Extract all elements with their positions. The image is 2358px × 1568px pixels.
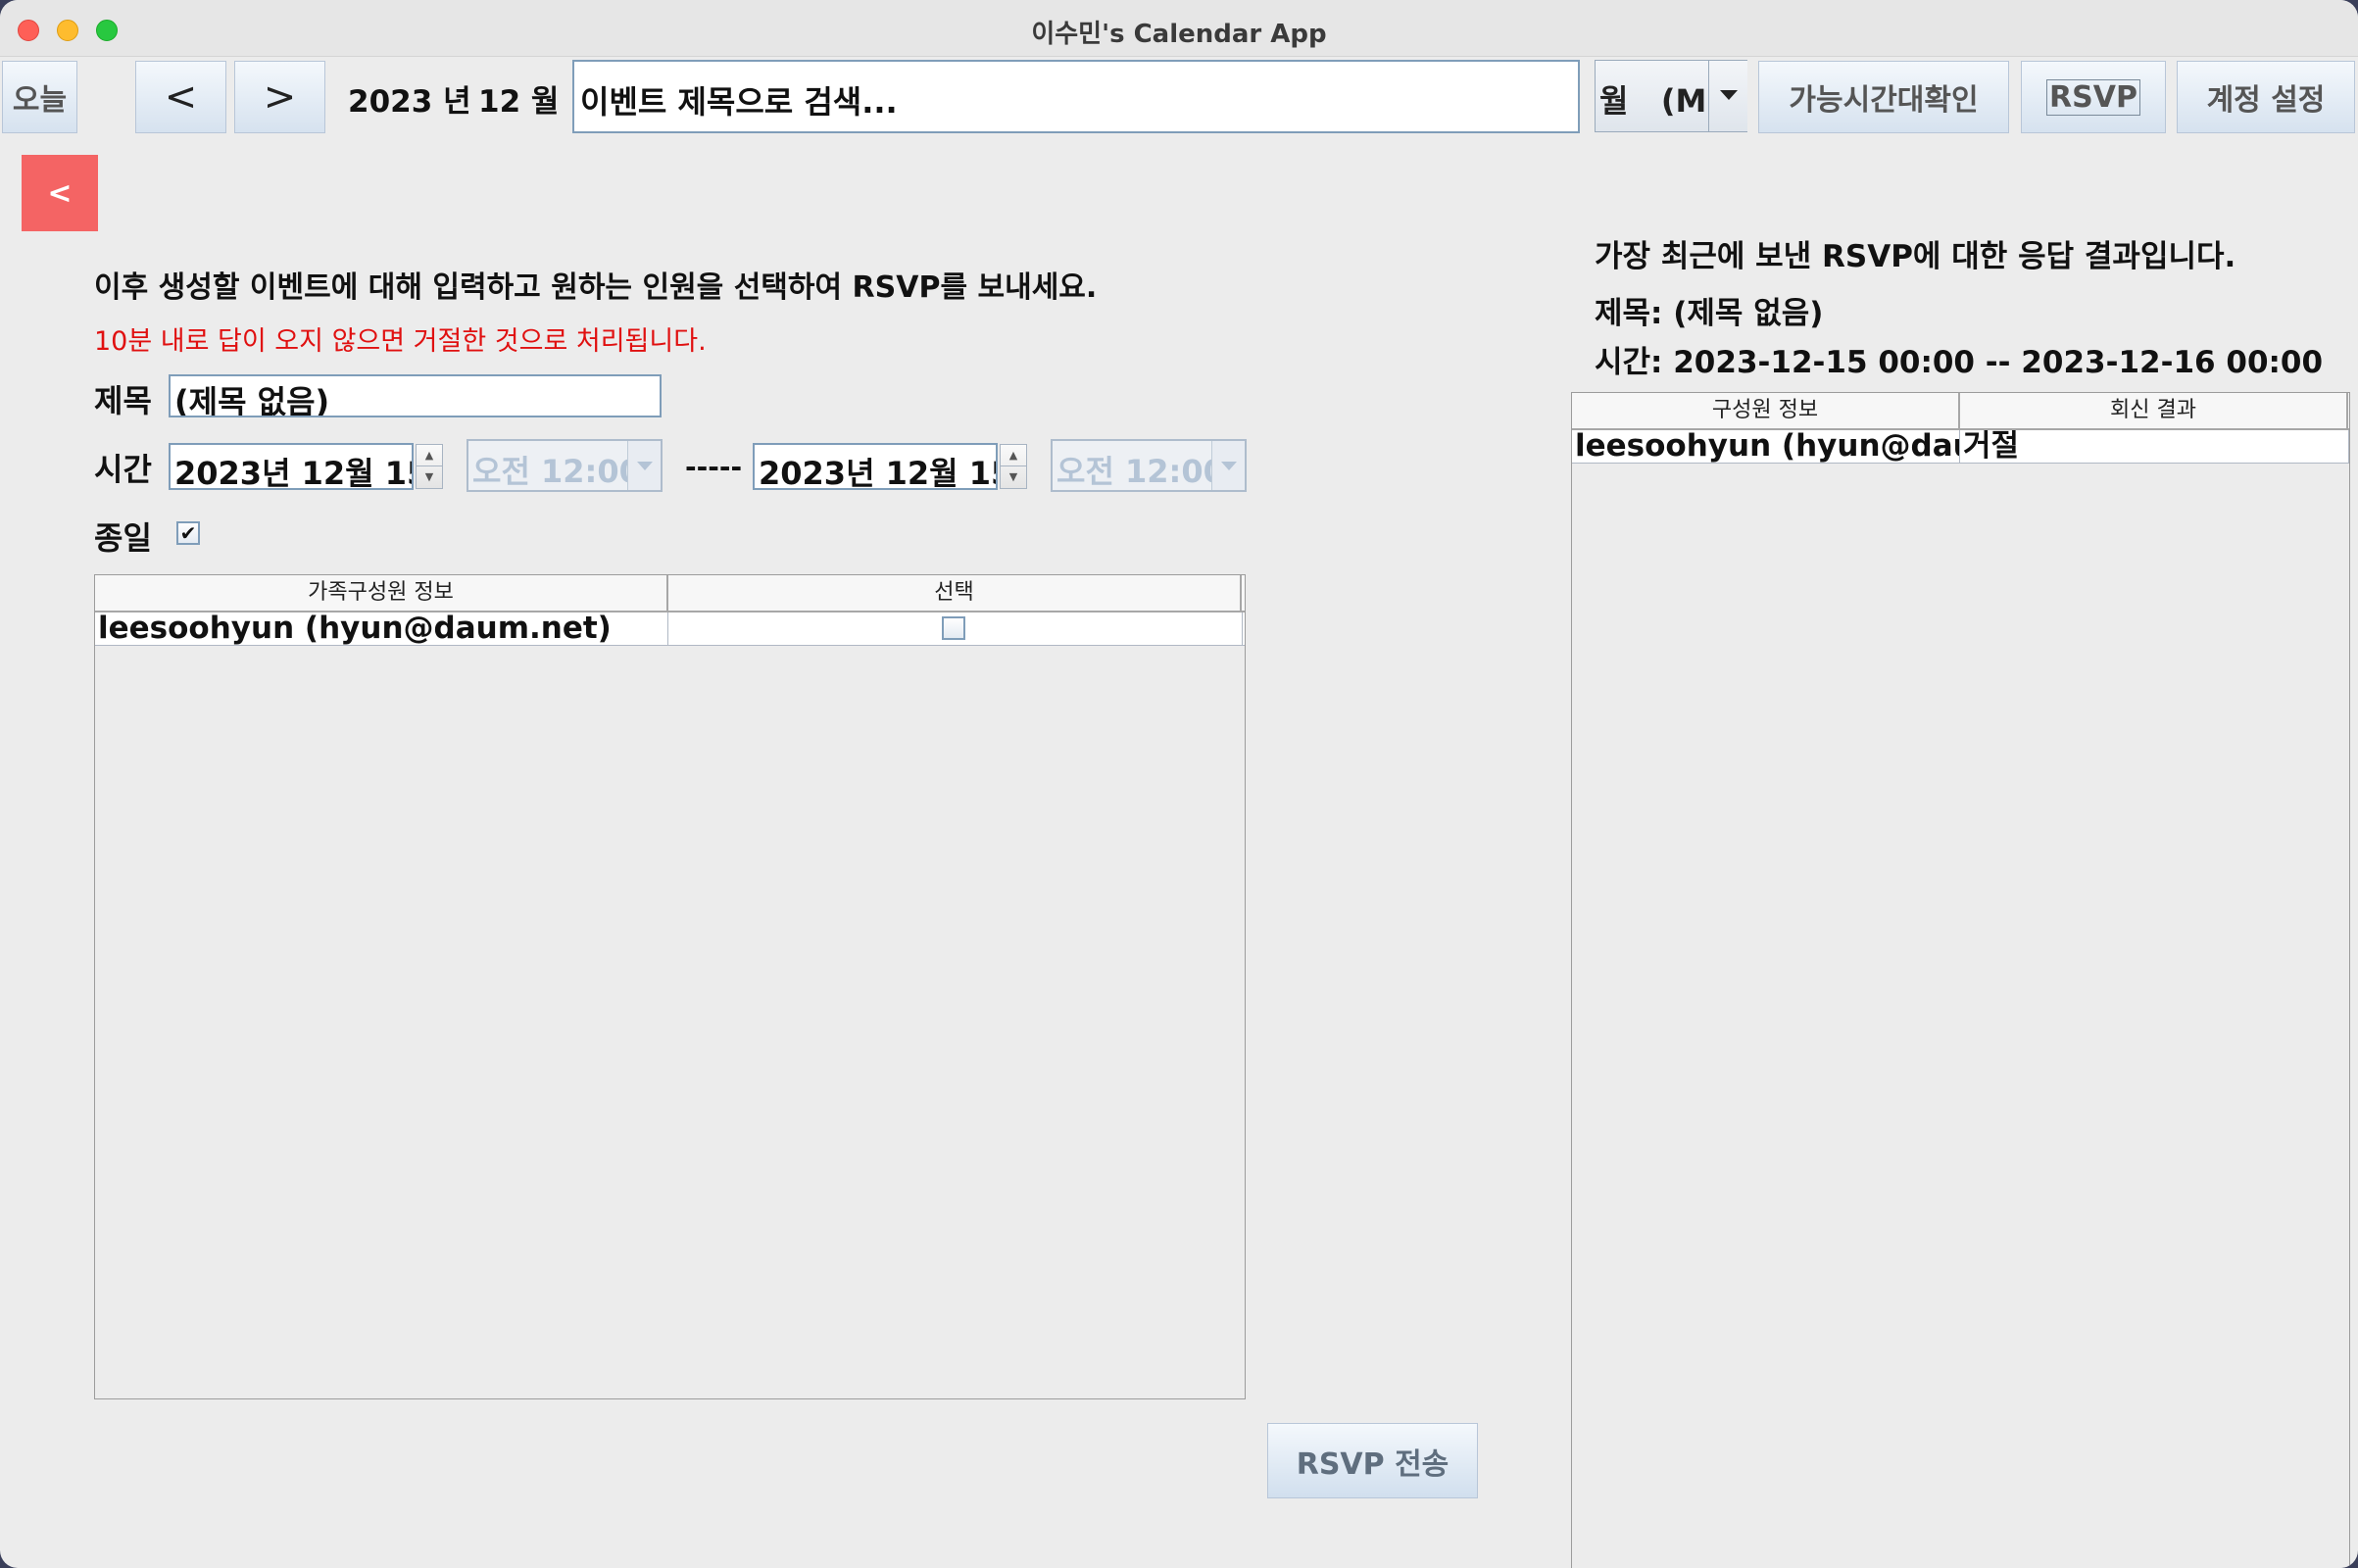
result-heading: 가장 최근에 보낸 RSVP에 대한 응답 결과입니다. — [1595, 239, 2236, 274]
chevron-down-icon[interactable] — [1211, 441, 1245, 490]
spinner-up-icon[interactable]: ▲ — [417, 445, 442, 466]
chevron-down-icon[interactable] — [627, 441, 661, 490]
column-header-member[interactable]: 구성원 정보 — [1572, 393, 1960, 428]
column-header-select[interactable]: 선택 — [668, 575, 1242, 611]
view-select-value: 월 (M) — [1599, 82, 1721, 120]
start-date-spinner[interactable]: ▲ ▼ — [416, 444, 443, 489]
start-date-field[interactable]: 2023년 12월 15일 — [169, 443, 414, 490]
end-time-value: 오전 12:00 — [1056, 453, 1225, 490]
time-label: 시간 — [94, 451, 152, 488]
result-time-line: 시간: 2023-12-15 00:00 -- 2023-12-16 00:00 — [1595, 345, 2324, 380]
chevron-right-icon: > — [263, 74, 297, 120]
members-table-header: 가족구성원 정보 선택 — [95, 575, 1245, 612]
title-field[interactable]: (제목 없음) — [169, 374, 662, 417]
next-month-button[interactable]: > — [234, 61, 325, 133]
end-date-field[interactable]: 2023년 12월 15일 — [753, 443, 998, 490]
spinner-down-icon[interactable]: ▼ — [1001, 466, 1026, 488]
result-member-cell: leesoohyun (hyun@dau... — [1572, 430, 1960, 463]
chevron-down-icon[interactable] — [1708, 61, 1747, 131]
today-button[interactable]: 오늘 — [2, 61, 77, 133]
window-title: 이수민's Calendar App — [1031, 20, 1327, 49]
member-select-checkbox[interactable] — [942, 616, 965, 640]
instruction-text: 이후 생성할 이벤트에 대해 입력하고 원하는 인원을 선택하여 RSVP를 보… — [94, 270, 1098, 305]
results-table: 구성원 정보 회신 결과 leesoohyun (hyun@dau... 거절 — [1571, 392, 2350, 1568]
allday-label: 종일 — [94, 519, 152, 557]
account-settings-button[interactable]: 계정 설정 — [2177, 61, 2355, 133]
year-label: 2023 년 — [348, 84, 471, 120]
availability-button[interactable]: 가능시간대확인 — [1758, 61, 2009, 133]
prev-month-button[interactable]: < — [135, 61, 226, 133]
table-row[interactable]: leesoohyun (hyun@daum.net) — [95, 612, 1245, 646]
result-reply-cell: 거절 — [1960, 430, 2349, 463]
result-title-line: 제목: (제목 없음) — [1595, 296, 1824, 331]
month-label: 12 월 — [478, 84, 560, 120]
rsvp-button[interactable]: RSVP — [2021, 61, 2166, 133]
timeout-warning: 10분 내로 답이 오지 않으면 거절한 것으로 처리됩니다. — [94, 326, 707, 357]
member-select-cell — [668, 612, 1243, 645]
results-table-header: 구성원 정보 회신 결과 — [1572, 393, 2349, 430]
title-label: 제목 — [94, 382, 152, 419]
member-info-cell: leesoohyun (hyun@daum.net) — [95, 612, 668, 645]
rsvp-button-label: RSVP — [2046, 78, 2140, 116]
end-date-spinner[interactable]: ▲ ▼ — [1000, 444, 1027, 489]
start-time-value: 오전 12:00 — [472, 453, 641, 490]
table-row[interactable]: leesoohyun (hyun@dau... 거절 — [1572, 430, 2349, 464]
members-table: 가족구성원 정보 선택 leesoohyun (hyun@daum.net) — [94, 574, 1246, 1399]
send-rsvp-button[interactable]: RSVP 전송 — [1267, 1423, 1478, 1498]
allday-checkbox[interactable]: ✔ — [176, 521, 200, 545]
spinner-down-icon[interactable]: ▼ — [417, 466, 442, 488]
back-button[interactable]: < — [22, 155, 98, 231]
time-range-separator: ----- — [685, 451, 743, 483]
column-header-reply[interactable]: 회신 결과 — [1960, 393, 2348, 428]
column-header-member-info[interactable]: 가족구성원 정보 — [95, 575, 668, 611]
chevron-left-icon: < — [164, 74, 198, 120]
spinner-up-icon[interactable]: ▲ — [1001, 445, 1026, 466]
title-bar: 이수민's Calendar App — [0, 0, 2358, 57]
app-window: 이수민's Calendar App 오늘 < > 2023 년 12 월 이벤… — [0, 0, 2358, 1568]
search-input[interactable]: 이벤트 제목으로 검색... — [572, 60, 1580, 133]
